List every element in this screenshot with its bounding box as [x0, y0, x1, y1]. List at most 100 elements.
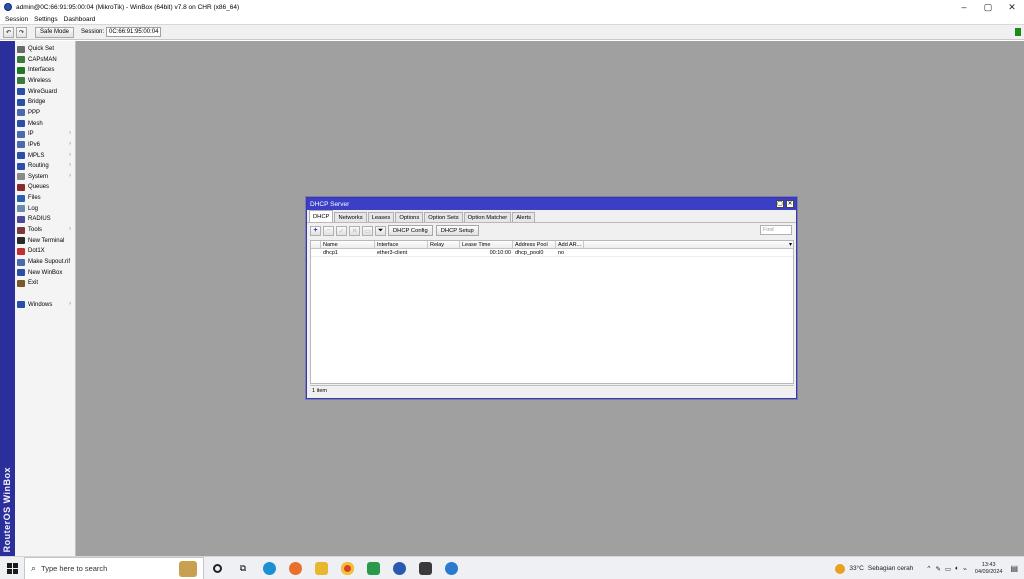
cortana-button[interactable]	[204, 557, 230, 579]
taskbar-app-green[interactable]	[360, 557, 386, 579]
pen-icon[interactable]: ✎	[935, 565, 940, 573]
dhcp-setup-button[interactable]: DHCP Setup	[435, 225, 479, 236]
comment-button[interactable]: ▭	[362, 225, 373, 236]
close-button[interactable]: ✕	[1000, 0, 1024, 14]
dhcp-config-button[interactable]: DHCP Config	[388, 225, 433, 236]
dhcp-window-titlebar[interactable]: DHCP Server ▢ ✕	[307, 198, 796, 210]
undo-button[interactable]: ↶	[3, 26, 14, 38]
tab-options[interactable]: Options	[395, 212, 424, 222]
globe-icon	[444, 561, 458, 575]
taskbar-firefox[interactable]	[282, 557, 308, 579]
weather-desc[interactable]: Sebagian cerah	[868, 565, 914, 572]
start-button[interactable]	[0, 557, 24, 579]
power-icon[interactable]: ⌁	[963, 565, 967, 573]
column-header-add-arp[interactable]: Add AR...	[556, 241, 584, 249]
dhcp-window-maximize-button[interactable]: ▢	[776, 200, 784, 208]
sidebar-item-wireguard[interactable]: WireGuard	[15, 87, 75, 97]
taskbar-chrome[interactable]	[334, 557, 360, 579]
taskbar-app-globe[interactable]	[438, 557, 464, 579]
sidebar-item-new-winbox[interactable]: New WinBox	[15, 268, 75, 278]
notification-icon[interactable]: ▤	[1010, 564, 1018, 573]
tray-overflow-icon[interactable]: ^	[927, 565, 930, 572]
taskbar-app-blue[interactable]	[386, 557, 412, 579]
sidebar-item-windows[interactable]: Windows ›	[15, 300, 75, 310]
column-chooser-icon[interactable]: ▾	[789, 241, 792, 248]
dhcp-window-title: DHCP Server	[310, 200, 350, 208]
add-button[interactable]: +	[310, 225, 321, 236]
dhcp-window-close-button[interactable]: ✕	[786, 200, 794, 208]
redo-button[interactable]: ↷	[16, 26, 27, 38]
sidebar-item-log[interactable]: Log	[15, 204, 75, 214]
column-header-address-pool[interactable]: Address Pool	[513, 241, 556, 249]
tab-leases[interactable]: Leases	[367, 212, 395, 222]
plus-icon: +	[313, 227, 318, 234]
sidebar-item-ppp[interactable]: PPP	[15, 108, 75, 118]
submenu-arrow-icon: ›	[69, 172, 71, 179]
brand-label: RouterOS WinBox	[2, 466, 12, 552]
sidebar-item-ip[interactable]: IP ›	[15, 129, 75, 139]
column-header-relay[interactable]: Relay	[428, 241, 460, 249]
sidebar-item-mesh[interactable]: Mesh	[15, 119, 75, 129]
disable-button[interactable]: ✕	[349, 225, 360, 236]
maximize-button[interactable]: ▢	[976, 0, 1000, 14]
taskbar-winbox[interactable]	[412, 557, 438, 579]
sidebar-item-interfaces[interactable]: Interfaces	[15, 65, 75, 75]
enable-button[interactable]: ✓	[336, 225, 347, 236]
sidebar-item-label: System	[28, 173, 49, 180]
column-header-interface[interactable]: Interface	[375, 241, 428, 249]
windows-taskbar: ⌕ Type here to search ⧉ 33°C Sebagian ce…	[0, 556, 1024, 579]
tab-alerts[interactable]: Alerts	[512, 212, 536, 222]
window-titlebar: admin@0C:66:91:95:00:04 (MikroTik) - Win…	[0, 0, 1024, 14]
sidebar-item-quick-set[interactable]: Quick Set	[15, 44, 75, 54]
sidebar-item-new-terminal[interactable]: New Terminal	[15, 236, 75, 246]
sidebar-item-label: Exit	[28, 280, 39, 287]
sidebar-item-ipv6[interactable]: IPv6 ›	[15, 140, 75, 150]
queues-icon	[17, 183, 25, 191]
taskbar-file-explorer[interactable]	[308, 557, 334, 579]
menu-settings[interactable]: Settings	[34, 16, 58, 23]
table-row[interactable]: dhcp1 ether3-client 00:10:00 dhcp_pool0 …	[311, 249, 793, 257]
taskbar-search-box[interactable]: ⌕ Type here to search	[24, 556, 204, 579]
sidebar-item-bridge[interactable]: Bridge	[15, 97, 75, 107]
sidebar-item-make-supout-rif[interactable]: Make Supout.rif	[15, 257, 75, 267]
winbox-taskbar-icon	[418, 561, 432, 575]
sidebar-item-files[interactable]: Files	[15, 193, 75, 203]
volume-icon[interactable]: 🔈︎	[955, 565, 959, 573]
taskbar-edge[interactable]	[256, 557, 282, 579]
menu-bar: Session Settings Dashboard	[0, 14, 1024, 25]
dhcp-server-table: Name Interface Relay Lease Time Address …	[310, 240, 794, 384]
minimize-button[interactable]: –	[952, 0, 976, 14]
sidebar-item-system[interactable]: System ›	[15, 172, 75, 182]
remove-button[interactable]: −	[323, 225, 334, 236]
column-header-name[interactable]: Name	[321, 241, 375, 249]
sidebar-item-dot1x[interactable]: Dot1X	[15, 246, 75, 256]
sidebar-item-wireless[interactable]: Wireless	[15, 76, 75, 86]
menu-session[interactable]: Session	[5, 16, 28, 23]
filter-button[interactable]: ⏷	[375, 225, 386, 236]
network-icon[interactable]: ▭	[945, 565, 951, 573]
sidebar-item-queues[interactable]: Queues	[15, 182, 75, 192]
tab-dhcp[interactable]: DHCP	[309, 210, 334, 222]
column-header-lease-time[interactable]: Lease Time	[460, 241, 513, 249]
system-clock[interactable]: 13:43 04/09/2024	[975, 562, 1003, 576]
sidebar-item-label: Tools	[28, 227, 43, 234]
sidebar-item-exit[interactable]: Exit	[15, 278, 75, 288]
find-input[interactable]: Find	[760, 225, 792, 235]
task-view-button[interactable]: ⧉	[230, 557, 256, 579]
session-field[interactable]: 0C:66:91:95:00:04	[106, 27, 162, 37]
sidebar-item-capsman[interactable]: CAPsMAN	[15, 55, 75, 65]
sidebar-item-routing[interactable]: Routing ›	[15, 161, 75, 171]
sidebar-item-label: Bridge	[28, 99, 46, 106]
cell-interface: ether3-client	[377, 250, 408, 256]
sidebar-item-radius[interactable]: RADIUS	[15, 214, 75, 224]
weather-temp[interactable]: 33°C	[849, 565, 864, 572]
menu-dashboard[interactable]: Dashboard	[64, 16, 96, 23]
tab-option-matcher[interactable]: Option Matcher	[463, 212, 512, 222]
safe-mode-button[interactable]: Safe Mode	[35, 26, 75, 38]
system-tray: 33°C Sebagian cerah ^ ✎ ▭ 🔈︎ ⌁ 13:43 04/…	[835, 557, 1024, 579]
sidebar-item-tools[interactable]: Tools ›	[15, 225, 75, 235]
sidebar-item-mpls[interactable]: MPLS ›	[15, 151, 75, 161]
tab-networks[interactable]: Networks	[334, 212, 367, 222]
sidebar-item-label: Dot1X	[28, 248, 45, 255]
tab-option-sets[interactable]: Option Sets	[424, 212, 463, 222]
